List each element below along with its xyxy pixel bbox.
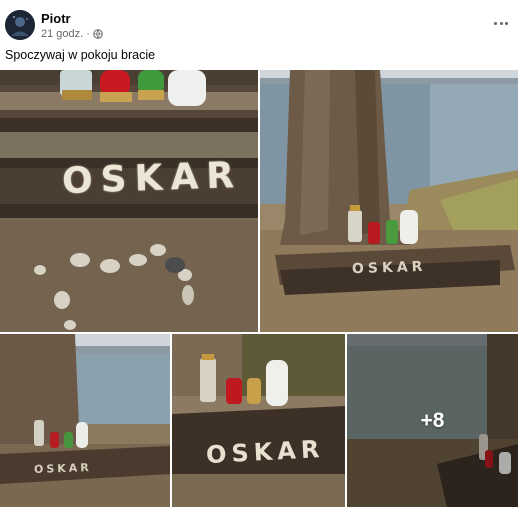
post-caption: Spoczywaj w pokoju bracie: [5, 48, 156, 62]
author-name[interactable]: Piotr: [41, 11, 71, 26]
meta-separator: ·: [86, 28, 90, 40]
photo-2[interactable]: OSKAR: [260, 70, 518, 332]
stones-name-text-3: OSKAR: [33, 460, 92, 477]
post-header: Piotr 21 godz. ·: [0, 0, 518, 46]
feed-post: Piotr 21 godz. · Spoczywaj w pokoju brac…: [0, 0, 518, 515]
more-photos-overlay[interactable]: +8: [347, 334, 518, 507]
stones-name-text-2: OSKAR: [351, 258, 427, 278]
avatar[interactable]: [5, 10, 35, 40]
more-options-icon[interactable]: [494, 16, 508, 30]
timestamp[interactable]: 21 godz.: [41, 28, 83, 40]
photo-1[interactable]: OSKAR: [0, 70, 258, 332]
more-photos-count: +8: [420, 408, 445, 432]
photo-5[interactable]: +8: [347, 334, 518, 507]
photo-4[interactable]: OSKAR: [172, 334, 345, 507]
post-meta: 21 godz. ·: [41, 28, 103, 40]
globe-icon: [93, 29, 103, 39]
stones-name-text-1: OSKAR: [61, 154, 243, 203]
photo-3[interactable]: OSKAR: [0, 334, 170, 507]
